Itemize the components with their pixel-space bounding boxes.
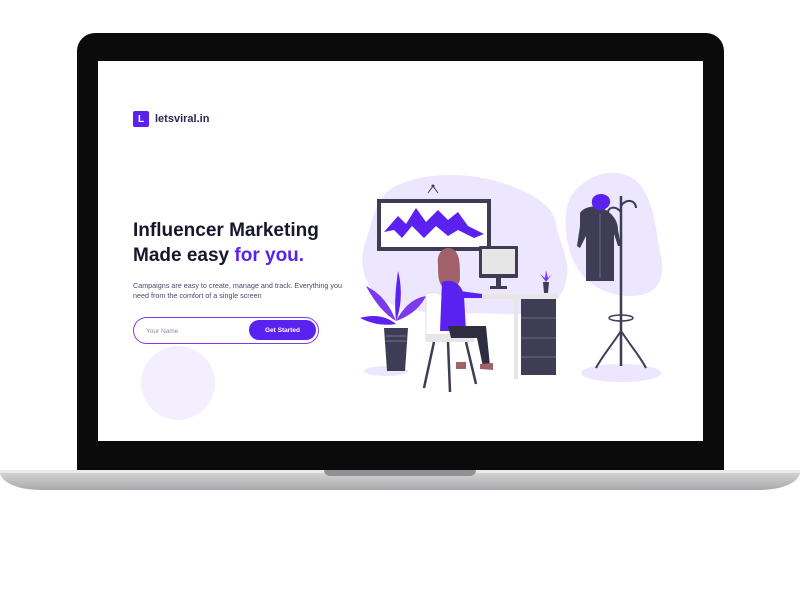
chair-leg-1 xyxy=(422,341,436,389)
coat-rack-shadow xyxy=(581,364,661,382)
desk-leg xyxy=(514,299,518,379)
decorative-circle xyxy=(141,346,215,420)
monitor-screen xyxy=(482,249,515,274)
hero-title: Influencer Marketing Made easy for you. xyxy=(133,218,363,268)
chair-leg-3 xyxy=(464,341,478,385)
woman-working-at-desk-illustration xyxy=(360,172,663,393)
plant-pot xyxy=(384,328,408,371)
coat-rack-leg-right xyxy=(620,330,647,369)
hero-title-line1: Influencer Marketing xyxy=(133,220,319,241)
hero-description: Campaigns are easy to create, manage and… xyxy=(133,281,342,300)
logo-mark-icon: L xyxy=(133,111,149,127)
coat-rack-leg-left xyxy=(595,330,622,369)
desk-drawers xyxy=(521,299,556,375)
woman-shoe-1 xyxy=(480,363,493,370)
hero-title-line2: Made easy for you. xyxy=(133,243,363,268)
monitor-stand xyxy=(496,278,501,287)
brand-logo[interactable]: L letsviral.in xyxy=(133,111,209,127)
name-input[interactable] xyxy=(144,323,248,340)
woman-shoe-2 xyxy=(456,362,466,369)
monitor-base xyxy=(490,286,507,289)
picture-hook xyxy=(431,184,435,188)
laptop-notch xyxy=(324,470,476,476)
hero-title-prefix: Made easy xyxy=(133,245,235,266)
landing-page-screen: L letsviral.in Influencer Marketing Made… xyxy=(98,61,703,441)
signup-form: Get Started xyxy=(133,317,319,344)
chair-leg-2 xyxy=(446,341,452,393)
woman-legs xyxy=(448,326,490,367)
desk-plant-pot xyxy=(543,282,549,293)
brand-name: letsviral.in xyxy=(155,113,210,125)
hero-title-accent: for you. xyxy=(234,245,305,266)
get-started-button[interactable]: Get Started xyxy=(249,320,316,340)
